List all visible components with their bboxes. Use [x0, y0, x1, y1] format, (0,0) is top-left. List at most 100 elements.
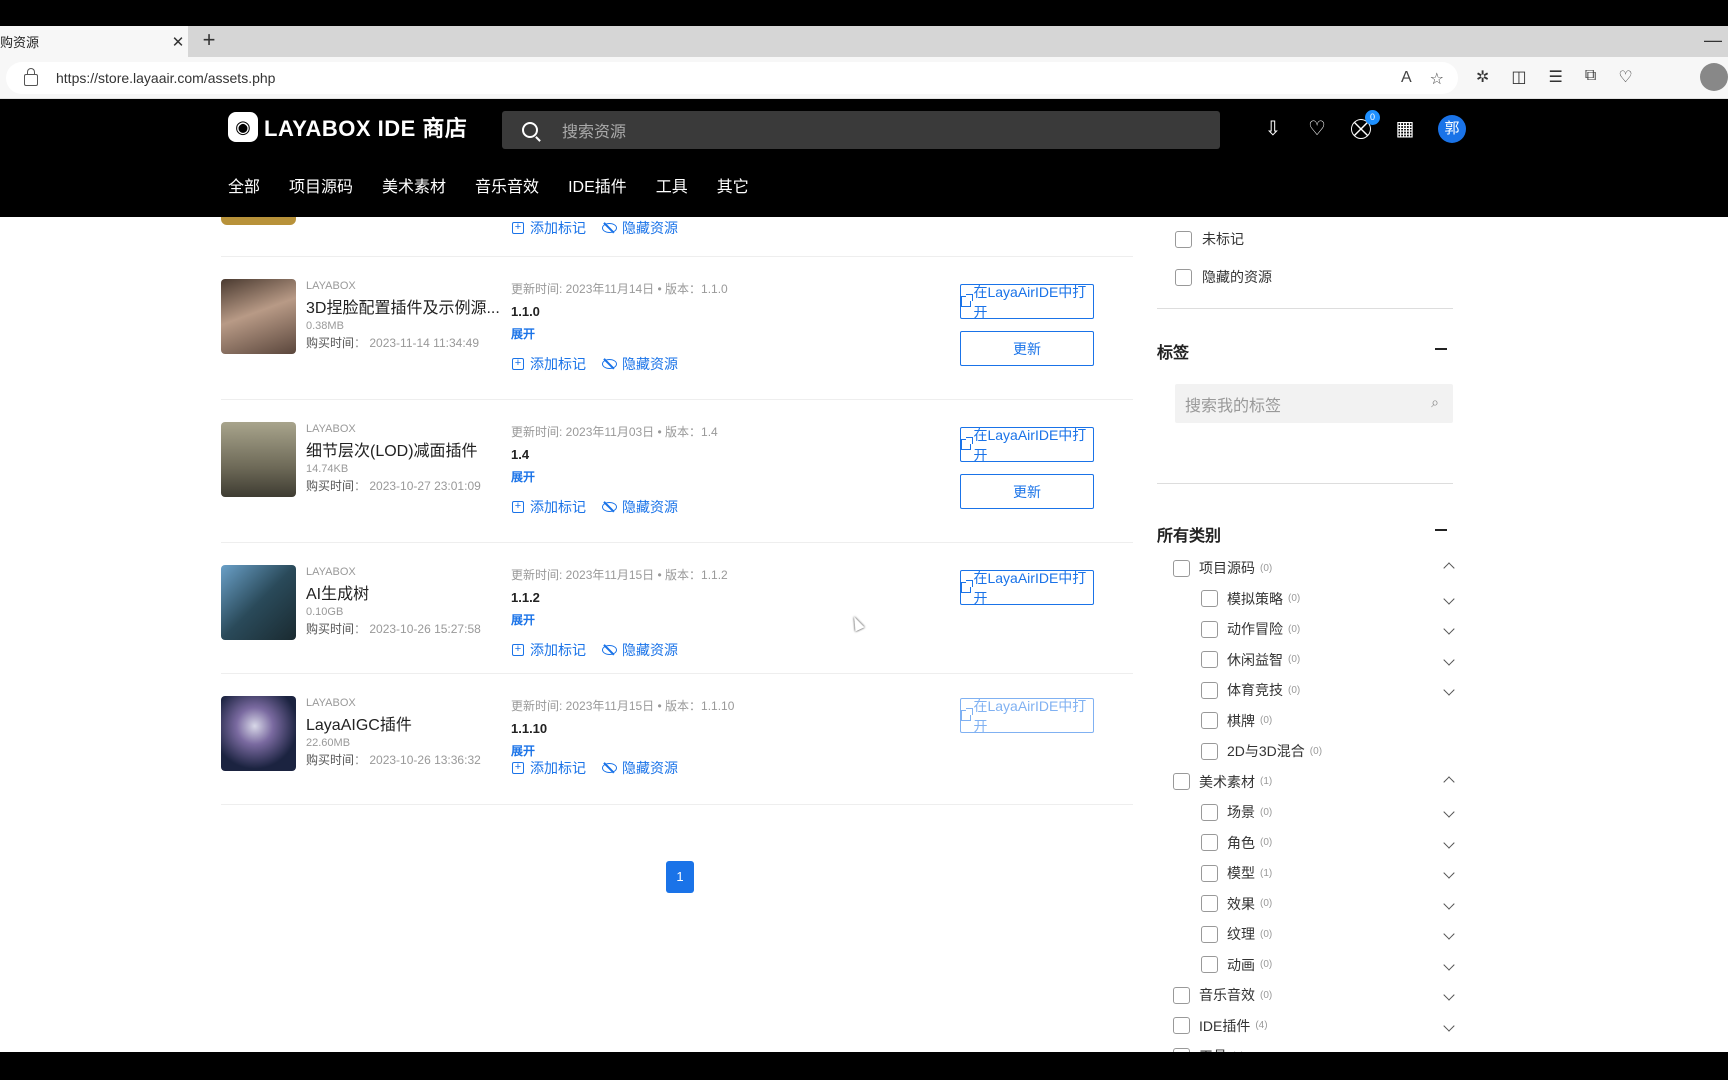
open-in-ide-button[interactable]: 在LayaAirIDE中打开 [960, 698, 1094, 734]
hide-asset-link[interactable]: 隐藏资源 [602, 354, 678, 374]
category-checkbox[interactable] [1173, 559, 1190, 577]
checkbox[interactable] [1175, 268, 1192, 286]
nav-item-art[interactable]: 美术素材 [382, 173, 446, 197]
new-tab-button[interactable]: + [196, 28, 222, 54]
category-item[interactable]: 动作冒险 (0) [1201, 619, 1455, 639]
asset-name[interactable]: 细节层次(LOD)减面插件 [306, 437, 506, 461]
category-item[interactable]: 美术素材 (1) [1173, 772, 1455, 792]
collections-icon[interactable]: ⧉ [1585, 67, 1596, 87]
asset-thumbnail[interactable] [221, 565, 296, 640]
favorite-star-icon[interactable]: ☆ [1430, 69, 1444, 89]
expand-link[interactable]: 展开 [511, 742, 811, 759]
nav-item-tools[interactable]: 工具 [656, 173, 688, 197]
chevron-down-icon[interactable] [1443, 958, 1455, 971]
add-mark-link[interactable]: + 添加标记 [512, 497, 586, 517]
apps-grid-icon[interactable]: ▦ [1394, 118, 1416, 140]
category-item[interactable]: 项目源码 (0) [1173, 558, 1455, 578]
category-checkbox[interactable] [1201, 925, 1218, 943]
split-screen-icon[interactable]: ◫ [1511, 67, 1526, 87]
nav-item-audio[interactable]: 音乐音效 [475, 173, 539, 197]
chevron-down-icon[interactable] [1443, 806, 1455, 818]
hide-asset-link[interactable]: 隐藏资源 [602, 218, 678, 238]
chevron-down-icon[interactable] [1443, 653, 1455, 666]
category-checkbox[interactable] [1173, 773, 1190, 790]
asset-thumbnail[interactable] [221, 422, 296, 497]
hide-asset-link[interactable]: 隐藏资源 [602, 497, 678, 517]
cart-icon[interactable]: ⛒ 0 [1350, 110, 1380, 140]
chevron-down-icon[interactable] [1443, 592, 1455, 605]
checkbox[interactable] [1175, 230, 1192, 248]
category-checkbox[interactable] [1173, 1017, 1190, 1034]
browser-tab[interactable]: 购资源 ✕ [0, 26, 188, 57]
category-item[interactable]: 休闲益智 (0) [1201, 650, 1455, 670]
nav-item-ide-plugins[interactable]: IDE插件 [568, 173, 627, 197]
chevron-down-icon[interactable] [1443, 867, 1455, 879]
category-checkbox[interactable] [1201, 742, 1218, 760]
category-item[interactable]: 动画 (0) [1201, 955, 1455, 975]
chevron-down-icon[interactable] [1443, 1019, 1455, 1032]
add-mark-link[interactable]: + 添加标记 [512, 218, 586, 238]
category-checkbox[interactable] [1201, 895, 1218, 912]
hide-asset-link[interactable]: 隐藏资源 [602, 640, 678, 660]
chevron-up-icon[interactable] [1443, 775, 1455, 788]
hidden-assets-filter[interactable]: 隐藏的资源 [1175, 267, 1272, 287]
pagination-page[interactable]: 1 [666, 861, 694, 893]
category-item[interactable]: 工具 (0) [1173, 1046, 1455, 1052]
close-icon[interactable]: ✕ [168, 33, 188, 51]
category-checkbox[interactable] [1173, 986, 1190, 1004]
chevron-down-icon[interactable] [1443, 989, 1455, 1001]
asset-name[interactable]: 3D捏脸配置插件及示例源... [306, 294, 506, 318]
open-in-ide-button[interactable]: 在LayaAirIDE中打开 [960, 570, 1094, 606]
category-item[interactable]: 棋牌 (0) [1201, 711, 1453, 731]
category-item[interactable]: 模拟策略 (0) [1201, 589, 1455, 609]
add-mark-link[interactable]: + 添加标记 [512, 758, 586, 778]
add-mark-link[interactable]: + 添加标记 [512, 640, 586, 660]
store-logo[interactable]: ◉ LAYABOX IDE 商店 [228, 111, 467, 143]
category-checkbox[interactable] [1201, 620, 1218, 638]
category-checkbox[interactable] [1201, 651, 1218, 668]
asset-name[interactable]: LayaAIGC插件 [306, 711, 506, 735]
chevron-down-icon[interactable] [1443, 897, 1455, 910]
collapse-categories-button[interactable] [1435, 529, 1447, 531]
url-field[interactable]: https://store.layaair.com/assets.php A ☆ [6, 62, 1458, 94]
chevron-up-icon[interactable] [1443, 562, 1455, 574]
category-item[interactable]: 音乐音效 (0) [1173, 985, 1455, 1005]
category-checkbox[interactable] [1201, 834, 1218, 851]
read-aloud-icon[interactable]: A [1401, 69, 1412, 89]
chevron-down-icon[interactable] [1443, 623, 1455, 635]
asset-name[interactable]: AI生成树 [306, 580, 506, 604]
unmarked-filter[interactable]: 未标记 [1175, 229, 1244, 249]
hide-asset-link[interactable]: 隐藏资源 [602, 758, 678, 778]
category-checkbox[interactable] [1201, 712, 1218, 729]
asset-thumbnail[interactable] [221, 279, 296, 354]
user-avatar[interactable]: 郭 [1438, 115, 1466, 143]
category-checkbox[interactable] [1201, 590, 1218, 607]
collapse-tags-button[interactable] [1435, 348, 1447, 350]
category-item[interactable]: 2D与3D混合 (0) [1201, 741, 1453, 761]
expand-link[interactable]: 展开 [511, 611, 811, 628]
open-in-ide-button[interactable]: 在LayaAirIDE中打开 [960, 427, 1094, 463]
chevron-down-icon[interactable] [1443, 684, 1455, 696]
expand-link[interactable]: 展开 [511, 468, 811, 485]
asset-thumbnail[interactable] [221, 696, 296, 771]
minimize-button[interactable]: — [1704, 30, 1722, 51]
extensions-icon[interactable]: ✲ [1476, 67, 1489, 87]
category-checkbox[interactable] [1173, 1047, 1190, 1052]
category-item[interactable]: 体育竞技 (0) [1201, 680, 1455, 700]
search-input[interactable]: 搜索资源 [502, 111, 1220, 149]
category-item[interactable]: 角色 (0) [1201, 833, 1455, 853]
category-item[interactable]: 纹理 (0) [1201, 924, 1455, 944]
favorites-icon[interactable]: ☰ [1549, 67, 1563, 87]
chevron-down-icon[interactable] [1443, 928, 1455, 940]
category-checkbox[interactable] [1201, 803, 1218, 821]
category-checkbox[interactable] [1201, 864, 1218, 882]
tag-search-input[interactable]: 搜索我的标签 ⌕ [1175, 384, 1453, 423]
category-checkbox[interactable] [1201, 681, 1218, 699]
heart-icon[interactable]: ♡ [1306, 118, 1328, 140]
chevron-down-icon[interactable] [1443, 1050, 1455, 1052]
category-item[interactable]: 模型 (1) [1201, 863, 1455, 883]
nav-item-other[interactable]: 其它 [717, 173, 749, 197]
category-item[interactable]: IDE插件 (4) [1173, 1016, 1455, 1036]
profile-avatar[interactable] [1700, 63, 1728, 91]
category-item[interactable]: 场景 (0) [1201, 802, 1455, 822]
